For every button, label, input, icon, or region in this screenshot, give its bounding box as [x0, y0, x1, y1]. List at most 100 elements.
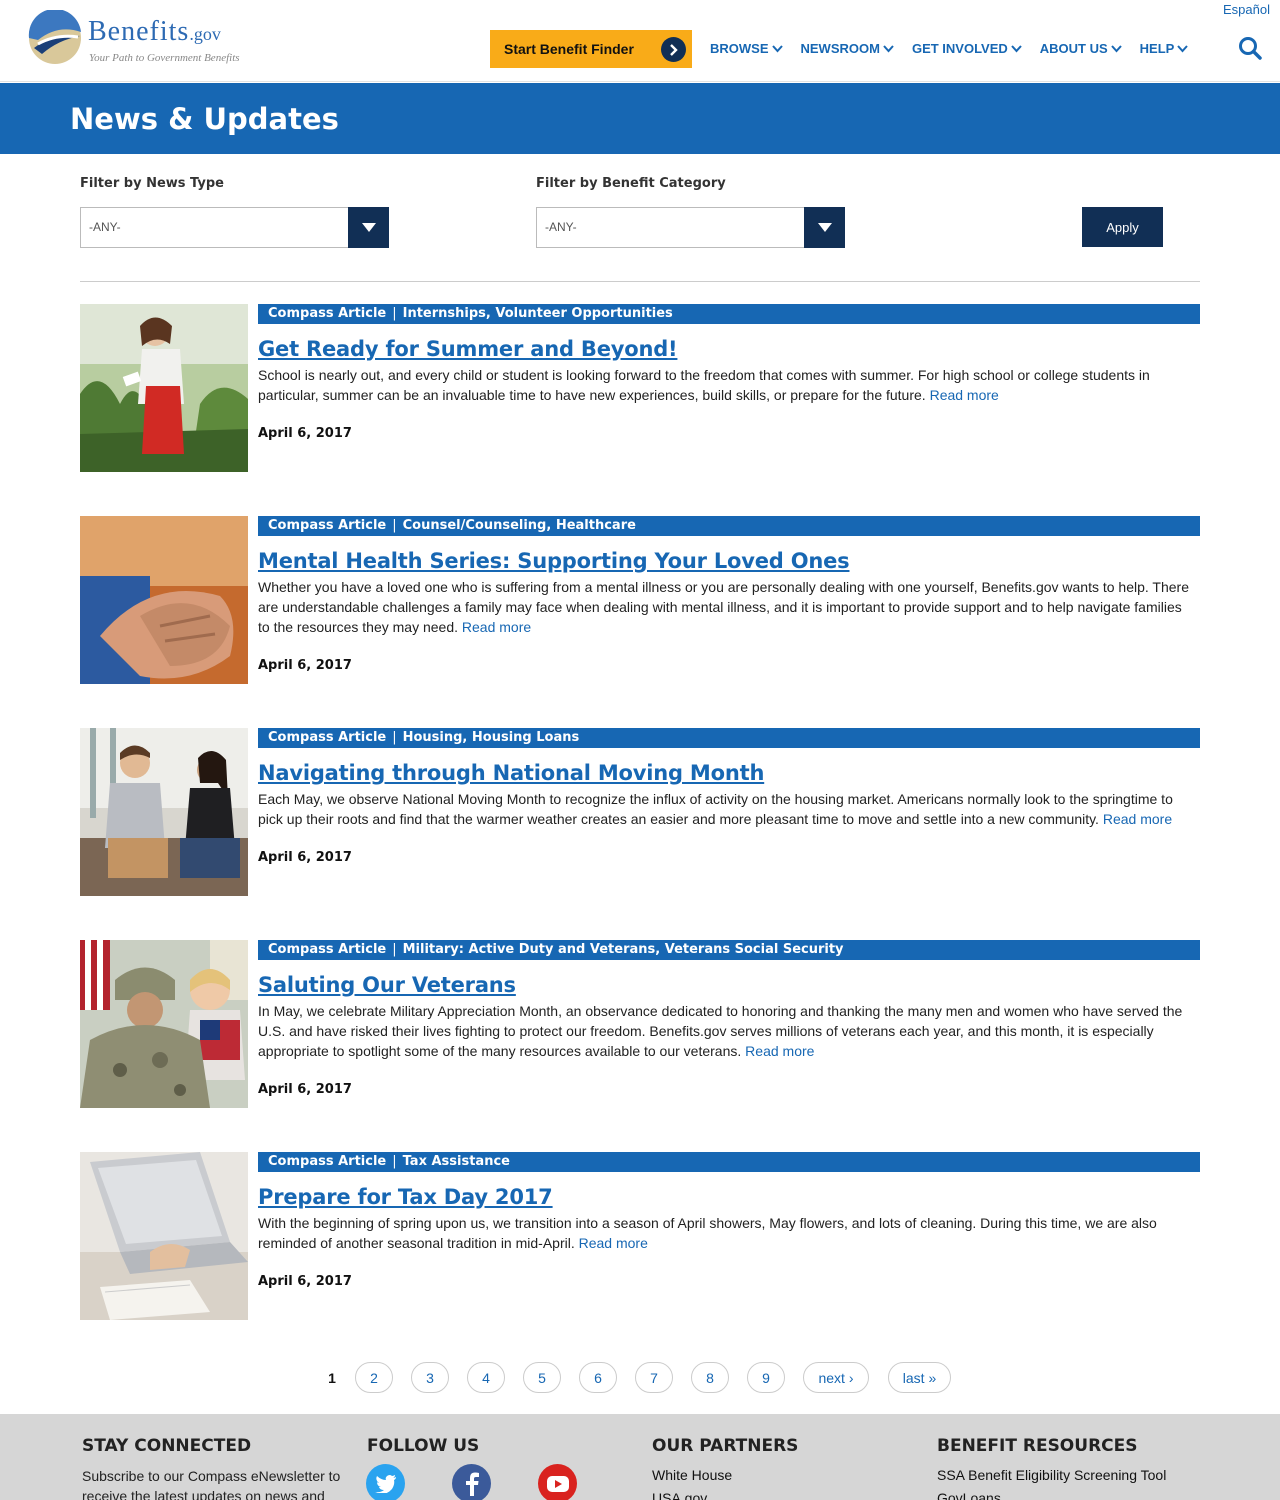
page-8-link[interactable]: 8: [691, 1362, 729, 1393]
nav-help[interactable]: HELP: [1140, 41, 1189, 56]
article-categories[interactable]: Tax Assistance: [403, 1154, 510, 1169]
benefit-category-filter-label: Filter by Benefit Category: [536, 176, 726, 191]
dropdown-arrow-icon: [348, 207, 389, 248]
read-more-link[interactable]: Read more: [745, 1043, 814, 1059]
article-categories[interactable]: Counsel/Counseling, Healthcare: [403, 518, 636, 533]
article-date: April 6, 2017: [258, 850, 352, 865]
article-title[interactable]: Mental Health Series: Supporting Your Lo…: [258, 549, 850, 573]
site-footer: STAY CONNECTED Subscribe to our Compass …: [0, 1414, 1280, 1500]
article-thumbnail-veteran[interactable]: [80, 940, 248, 1108]
read-more-link[interactable]: Read more: [1103, 811, 1172, 827]
article-item: Compass Article | Military: Active Duty an…: [80, 940, 1200, 1110]
follow-us-heading: FOLLOW US: [367, 1436, 480, 1456]
our-partners-heading: OUR PARTNERS: [652, 1436, 799, 1456]
article-tag-bar: Compass Article | Tax Assistance: [258, 1152, 1200, 1172]
logo-wordmark: Benefits.gov: [88, 16, 221, 48]
news-type-filter-label: Filter by News Type: [80, 176, 224, 191]
tag-separator: |: [392, 518, 397, 533]
article-summary: In May, we celebrate Military Appreciati…: [258, 1001, 1193, 1061]
govloans-link[interactable]: GovLoans: [937, 1490, 1001, 1500]
article-categories[interactable]: Internships, Volunteer Opportunities: [403, 306, 673, 321]
article-summary-text: With the beginning of spring upon us, we…: [258, 1215, 1157, 1251]
page-6-link[interactable]: 6: [579, 1362, 617, 1393]
benefits-gov-logo[interactable]: Benefits.gov Your Path to Government Ben…: [28, 10, 268, 68]
article-tag-bar: Compass Article | Military: Active Duty an…: [258, 940, 1200, 960]
benefit-category-select[interactable]: -ANY-: [536, 207, 845, 248]
article-date: April 6, 2017: [258, 658, 352, 673]
site-header: Español Benefits.gov Your Path to Govern…: [0, 0, 1280, 82]
apply-button[interactable]: Apply: [1082, 207, 1163, 247]
page-3-link[interactable]: 3: [411, 1362, 449, 1393]
article-title[interactable]: Navigating through National Moving Month: [258, 761, 764, 785]
twitter-icon[interactable]: [366, 1464, 405, 1500]
tag-separator: |: [392, 730, 397, 745]
next-page-link[interactable]: next ›: [803, 1362, 869, 1393]
last-page-link[interactable]: last »: [888, 1362, 951, 1393]
page-7-link[interactable]: 7: [635, 1362, 673, 1393]
page-9-link[interactable]: 9: [747, 1362, 785, 1393]
article-title[interactable]: Prepare for Tax Day 2017: [258, 1185, 553, 1209]
nav-get-involved[interactable]: GET INVOLVED: [912, 41, 1022, 56]
article-item: Compass Article | Counsel/Counseling, Heal…: [80, 516, 1200, 686]
article-date: April 6, 2017: [258, 1274, 352, 1289]
stay-connected-heading: STAY CONNECTED: [82, 1436, 252, 1456]
article-item: Compass Article | Tax Assistance Prepare f…: [80, 1152, 1200, 1322]
article-thumbnail-laptop[interactable]: [80, 1152, 248, 1320]
news-type-select[interactable]: -ANY-: [80, 207, 389, 248]
article-tag-bar: Compass Article | Internships, Volunteer O…: [258, 304, 1200, 324]
read-more-link[interactable]: Read more: [579, 1235, 648, 1251]
chevron-down-icon: [1177, 44, 1189, 52]
ssa-screening-tool-link[interactable]: SSA Benefit Eligibility Screening Tool: [937, 1467, 1166, 1483]
page-2-link[interactable]: 2: [355, 1362, 393, 1393]
chevron-down-icon: [883, 44, 894, 52]
arrow-right-icon: [661, 37, 686, 62]
logo-tagline: Your Path to Government Benefits: [89, 52, 240, 64]
logo-globe-icon: [28, 10, 81, 64]
usa-gov-link[interactable]: USA.gov: [652, 1490, 707, 1500]
article-categories[interactable]: Housing, Housing Loans: [403, 730, 580, 745]
article-summary-text: Whether you have a loved one who is suff…: [258, 579, 1189, 635]
article-tag-bar: Compass Article | Counsel/Counseling, Heal…: [258, 516, 1200, 536]
nav-label: HELP: [1139, 41, 1175, 56]
chevron-down-icon: [771, 44, 783, 52]
article-date: April 6, 2017: [258, 1082, 352, 1097]
article-summary: Whether you have a loved one who is suff…: [258, 577, 1193, 637]
white-house-link[interactable]: White House: [652, 1467, 732, 1483]
article-date: April 6, 2017: [258, 426, 352, 441]
youtube-icon[interactable]: [538, 1464, 577, 1500]
espanol-link[interactable]: Español: [1223, 2, 1270, 17]
nav-label: ABOUT US: [1039, 41, 1108, 56]
logo-gov-text: .gov: [189, 24, 221, 44]
article-title[interactable]: Get Ready for Summer and Beyond!: [258, 337, 678, 361]
article-type[interactable]: Compass Article: [268, 518, 386, 533]
logo-name-text: Benefits: [88, 16, 190, 47]
nav-browse[interactable]: BROWSE: [710, 41, 783, 56]
start-benefit-finder-button[interactable]: Start Benefit Finder: [490, 30, 692, 68]
article-summary: Each May, we observe National Moving Mon…: [258, 789, 1193, 829]
read-more-link[interactable]: Read more: [462, 619, 531, 635]
page-5-link[interactable]: 5: [523, 1362, 561, 1393]
article-thumbnail-moving[interactable]: [80, 728, 248, 896]
main-nav: BROWSE NEWSROOM GET INVOLVED ABOUT US HE…: [710, 41, 1206, 56]
article-thumbnail-hands[interactable]: [80, 516, 248, 684]
article-title[interactable]: Saluting Our Veterans: [258, 973, 516, 997]
nav-about-us[interactable]: ABOUT US: [1040, 41, 1122, 56]
article-type[interactable]: Compass Article: [268, 306, 386, 321]
article-type[interactable]: Compass Article: [268, 730, 386, 745]
nav-newsroom[interactable]: NEWSROOM: [801, 41, 894, 56]
tag-separator: |: [392, 1154, 397, 1169]
article-type[interactable]: Compass Article: [268, 942, 386, 957]
dropdown-arrow-icon: [804, 207, 845, 248]
page-current: 1: [320, 1362, 344, 1393]
article-summary-text: In May, we celebrate Military Appreciati…: [258, 1003, 1183, 1059]
facebook-icon[interactable]: [452, 1464, 491, 1500]
page-4-link[interactable]: 4: [467, 1362, 505, 1393]
article-summary-text: School is nearly out, and every child or…: [258, 367, 1150, 403]
search-icon[interactable]: [1238, 36, 1264, 62]
nav-label: BROWSE: [710, 41, 769, 56]
article-item: Compass Article | Internships, Volunteer O…: [80, 304, 1200, 474]
article-categories[interactable]: Military: Active Duty and Veterans, Vete…: [403, 942, 844, 957]
article-thumbnail-gardener[interactable]: [80, 304, 248, 472]
article-type[interactable]: Compass Article: [268, 1154, 386, 1169]
read-more-link[interactable]: Read more: [930, 387, 999, 403]
